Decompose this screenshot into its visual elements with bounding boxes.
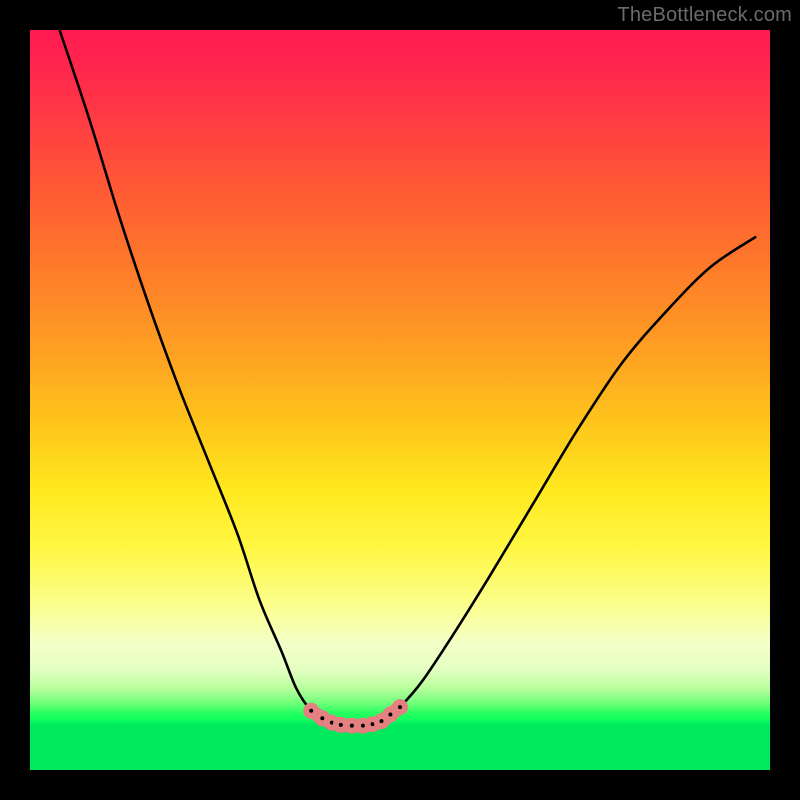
marker-dot-center <box>361 724 365 728</box>
marker-dot-center <box>339 723 343 727</box>
chart-svg <box>30 30 770 770</box>
series-left-curve <box>60 30 338 724</box>
series-right-curve <box>374 237 755 724</box>
marker-dot-center <box>309 709 313 713</box>
marker-dot-center <box>388 713 392 717</box>
plot-area <box>30 30 770 770</box>
curve-layer <box>60 30 756 726</box>
marker-dot-center <box>350 724 354 728</box>
marker-dot-center <box>398 705 402 709</box>
marker-dot-center <box>380 719 384 723</box>
chart-frame: TheBottleneck.com <box>0 0 800 800</box>
marker-layer <box>303 699 408 734</box>
marker-dot-center <box>320 716 324 720</box>
watermark-label: TheBottleneck.com <box>617 4 792 27</box>
